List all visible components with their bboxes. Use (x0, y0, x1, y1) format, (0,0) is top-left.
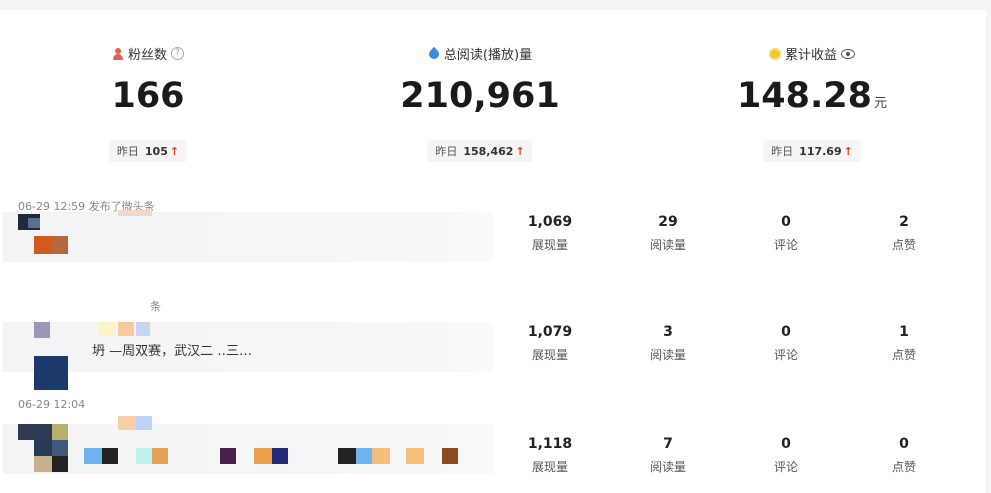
post-meta: 条 (150, 300, 161, 313)
impressions-label: 展现量 (531, 348, 568, 362)
post-title[interactable]: 坍 —周双赛，武汉二 ‥三… (92, 340, 482, 359)
up-arrow-icon: ↑ (515, 145, 525, 158)
likes-label: 点赞 (891, 460, 916, 474)
post-thumbnail[interactable] (18, 314, 150, 390)
reads-label: 阅读量 (649, 460, 686, 474)
reads-metric: 29 阅读量 (628, 214, 708, 253)
earnings-yesterday: 昨日 117.69 ↑ (763, 140, 861, 162)
impressions-label: 展现量 (531, 460, 568, 474)
person-icon (112, 47, 124, 60)
likes-metric: 2 点赞 (864, 214, 944, 253)
coin-icon (768, 47, 781, 60)
earnings-yesterday-label: 昨日 (771, 145, 794, 158)
reads-label: 阅读量 (649, 238, 686, 252)
post-row[interactable]: 06-29 12:04 1,118 展现量 7 阅读量 0 评论 0 点赞 (0, 398, 986, 488)
reads-value: 210,961 (400, 76, 560, 116)
post-content-bar[interactable] (3, 212, 493, 262)
impressions-metric: 1,079 展现量 (510, 324, 590, 363)
fans-value: 166 (111, 76, 185, 116)
reads-metric: 3 阅读量 (628, 324, 708, 363)
reads-label: 总阅读(播放)量 (443, 48, 533, 63)
fans-yesterday-label: 昨日 (116, 145, 139, 158)
post-meta: 06-29 12:04 (18, 398, 86, 411)
earnings-yesterday-value: 117.69 (799, 145, 842, 158)
help-icon[interactable]: ? (171, 47, 184, 60)
earnings-label: 累计收益 (784, 48, 837, 63)
earnings-amount: 148.28 (736, 76, 873, 116)
comments-value: 0 (781, 324, 791, 340)
earnings-value: 148.28 元 (712, 76, 912, 116)
fans-label: 粉丝数 (127, 48, 167, 63)
post-row[interactable]: 06-29 12:59 发布了微头条 1,069 展现量 29 阅读量 0 评论… (0, 198, 986, 288)
comments-metric: 0 评论 (746, 324, 826, 363)
post-thumbnail[interactable] (18, 210, 152, 260)
eye-icon[interactable] (841, 48, 855, 59)
impressions-metric: 1,118 展现量 (510, 436, 590, 475)
up-arrow-icon: ↑ (169, 145, 180, 158)
likes-value: 0 (899, 436, 909, 452)
impressions-label: 展现量 (531, 238, 568, 252)
fans-label-row: 粉丝数 ? (48, 44, 248, 63)
likes-label: 点赞 (891, 348, 916, 362)
impressions-value: 1,118 (527, 436, 573, 452)
reads-value: 3 (663, 324, 673, 340)
comments-label: 评论 (773, 460, 798, 474)
comments-label: 评论 (773, 348, 798, 362)
reads-value: 29 (658, 214, 678, 230)
fans-yesterday-value: 105 (144, 145, 168, 158)
reads-yesterday-label: 昨日 (435, 145, 458, 158)
reads-yesterday: 昨日 158,462 ↑ (427, 140, 533, 162)
reads-label: 阅读量 (649, 348, 686, 362)
fans-yesterday: 昨日 105 ↑ (108, 140, 188, 162)
likes-metric: 0 点赞 (864, 436, 944, 475)
likes-metric: 1 点赞 (864, 324, 944, 363)
comments-label: 评论 (773, 238, 798, 252)
earnings-unit: 元 (874, 96, 888, 111)
comments-metric: 0 评论 (746, 436, 826, 475)
likes-label: 点赞 (891, 238, 916, 252)
likes-value: 1 (899, 324, 909, 340)
post-row[interactable]: 条 坍 —周双赛，武汉二 ‥三… 1,079 展现量 3 阅读量 0 评论 1 … (0, 298, 986, 390)
reads-label-row: 总阅读(播放)量 (380, 44, 580, 63)
up-arrow-icon: ↑ (843, 145, 853, 158)
earnings-label-row: 累计收益 (712, 44, 912, 63)
comments-value: 0 (781, 436, 791, 452)
impressions-value: 1,079 (527, 324, 573, 340)
reads-value: 7 (663, 436, 673, 452)
likes-value: 2 (899, 214, 909, 230)
reads-yesterday-value: 158,462 (463, 145, 514, 158)
drop-icon (428, 48, 440, 60)
dashboard-card: 粉丝数 ? 166 昨日 105 ↑ 总阅读(播放)量 210,961 昨日 158,… (0, 10, 986, 493)
reads-metric: 7 阅读量 (628, 436, 708, 475)
post-thumbnail[interactable] (18, 414, 458, 472)
impressions-value: 1,069 (527, 214, 573, 230)
comments-metric: 0 评论 (746, 214, 826, 253)
impressions-metric: 1,069 展现量 (510, 214, 590, 253)
comments-value: 0 (781, 214, 791, 230)
